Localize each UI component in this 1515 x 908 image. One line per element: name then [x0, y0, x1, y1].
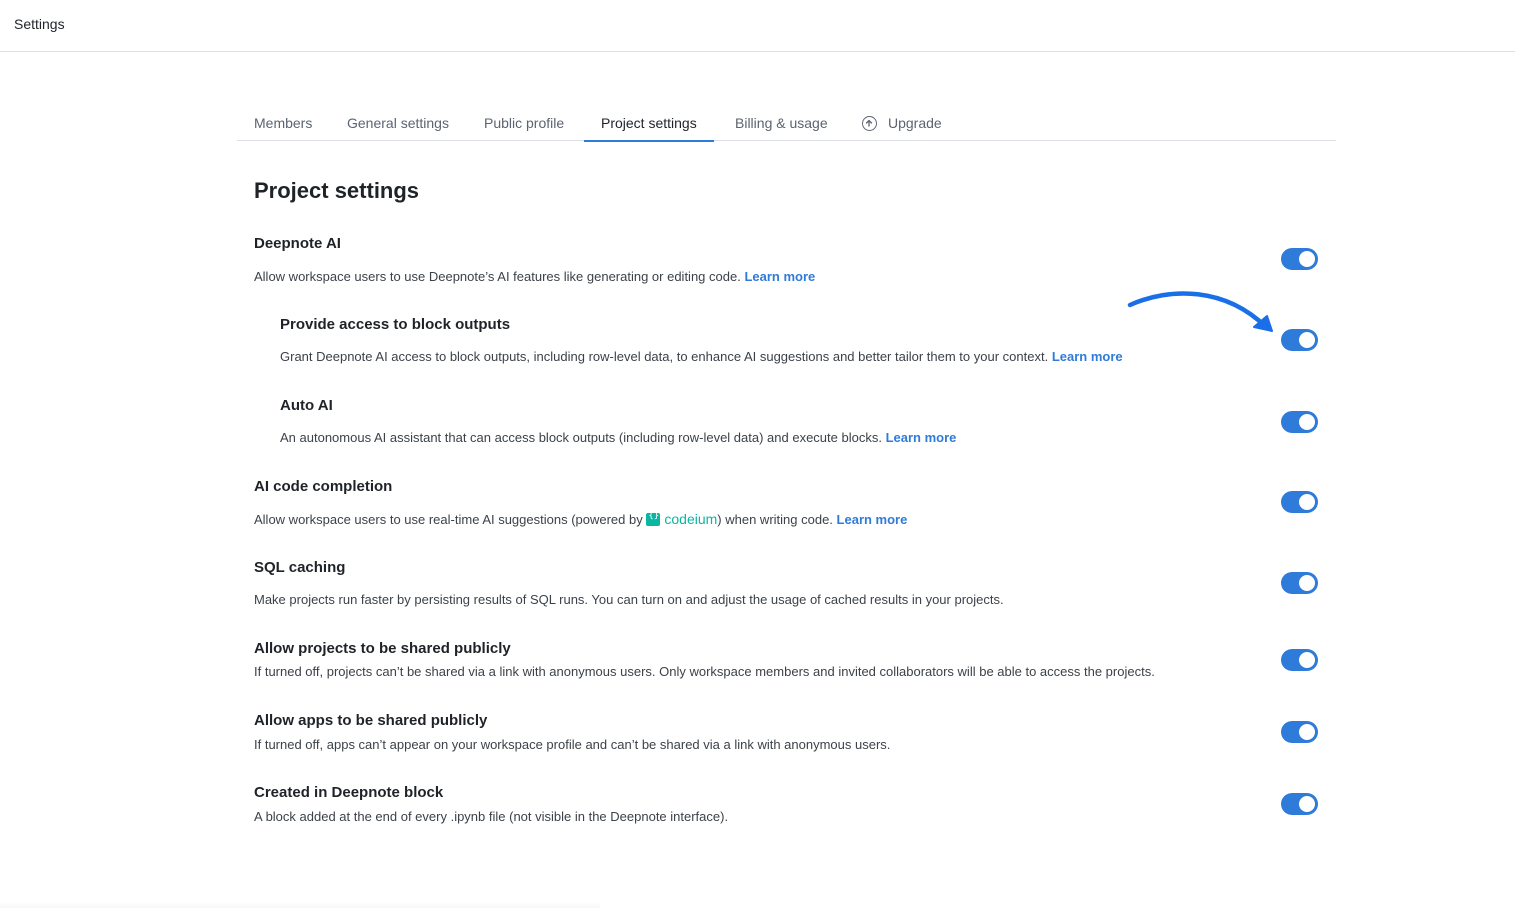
window-title: Settings [14, 16, 65, 32]
description-text: An autonomous AI assistant that can acce… [280, 430, 882, 445]
setting-share-projects-publicly: Allow projects to be shared publicly If … [254, 640, 1155, 679]
auto-ai-toggle[interactable] [1281, 411, 1318, 433]
setting-heading: Deepnote AI [254, 235, 341, 252]
tab-upgrade-label: Upgrade [888, 115, 942, 131]
learn-more-link[interactable]: Learn more [837, 512, 908, 527]
toggle-knob [1299, 652, 1315, 668]
setting-heading: Provide access to block outputs [280, 316, 511, 333]
settings-tabs: Members General settings Public profile … [237, 104, 1336, 142]
tab-upgrade[interactable]: Upgrade [862, 104, 942, 141]
description-text: Allow workspace users to use real-time A… [254, 512, 643, 527]
tab-general-settings[interactable]: General settings [347, 104, 449, 141]
top-bar: Settings [0, 0, 1515, 52]
setting-auto-ai: Auto AI An autonomous AI assistant that … [280, 397, 956, 445]
codeium-logo-icon [646, 511, 661, 526]
setting-block-outputs-access: Provide access to block outputs Grant De… [280, 316, 1123, 364]
share-apps-publicly-toggle[interactable] [1281, 721, 1318, 743]
toggle-knob [1299, 251, 1315, 267]
setting-share-apps-publicly: Allow apps to be shared publicly If turn… [254, 712, 890, 752]
setting-sql-caching: SQL caching Make projects run faster by … [254, 559, 1004, 607]
codeium-brand: codeium [664, 511, 718, 527]
learn-more-link[interactable]: Learn more [886, 430, 957, 445]
setting-description: Allow workspace users to use real-time A… [254, 511, 907, 527]
description-text: Grant Deepnote AI access to block output… [280, 349, 1049, 364]
description-text-after: ) when writing code. [717, 512, 833, 527]
tab-members[interactable]: Members [254, 104, 312, 141]
sql-caching-toggle[interactable] [1281, 572, 1318, 594]
bottom-fade [0, 902, 600, 908]
toggle-knob [1299, 414, 1315, 430]
setting-description: If turned off, apps can’t appear on your… [254, 737, 891, 752]
page-title: Project settings [254, 178, 420, 203]
setting-description: Make projects run faster by persisting r… [254, 592, 1004, 607]
setting-heading: Allow apps to be shared publicly [254, 712, 488, 729]
deepnote-ai-toggle[interactable] [1281, 248, 1318, 270]
setting-description: An autonomous AI assistant that can acce… [280, 430, 956, 445]
block-outputs-access-toggle[interactable] [1281, 329, 1318, 351]
setting-deepnote-ai: Deepnote AI Allow workspace users to use… [254, 235, 815, 284]
toggle-knob [1299, 332, 1315, 348]
setting-heading: SQL caching [254, 559, 346, 576]
learn-more-link[interactable]: Learn more [1052, 349, 1123, 364]
setting-description: Grant Deepnote AI access to block output… [280, 349, 1123, 364]
setting-ai-code-completion: AI code completion Allow workspace users… [254, 478, 907, 527]
share-projects-publicly-toggle[interactable] [1281, 649, 1318, 671]
description-text: Allow workspace users to use Deepnote’s … [254, 269, 741, 284]
setting-heading: Auto AI [280, 397, 333, 414]
setting-description: A block added at the end of every .ipynb… [254, 809, 729, 824]
setting-heading: Created in Deepnote block [254, 784, 444, 801]
annotation-arrow-icon [1127, 291, 1273, 332]
toggle-knob [1299, 724, 1315, 740]
learn-more-link[interactable]: Learn more [744, 269, 815, 284]
setting-heading: Allow projects to be shared publicly [254, 640, 511, 657]
created-in-deepnote-block-toggle[interactable] [1281, 793, 1318, 815]
tab-billing-usage[interactable]: Billing & usage [735, 104, 828, 141]
setting-description: Allow workspace users to use Deepnote’s … [254, 269, 815, 284]
ai-code-completion-toggle[interactable] [1281, 491, 1318, 513]
toggle-knob [1299, 796, 1315, 812]
setting-heading: AI code completion [254, 478, 393, 495]
setting-description: If turned off, projects can’t be shared … [254, 664, 1155, 679]
toggle-knob [1299, 494, 1315, 510]
tab-public-profile[interactable]: Public profile [484, 104, 564, 141]
setting-created-in-deepnote-block: Created in Deepnote block A block added … [254, 784, 728, 824]
tab-project-settings[interactable]: Project settings [584, 104, 714, 142]
arrow-up-circle-icon [862, 116, 877, 131]
toggle-knob [1299, 575, 1315, 591]
